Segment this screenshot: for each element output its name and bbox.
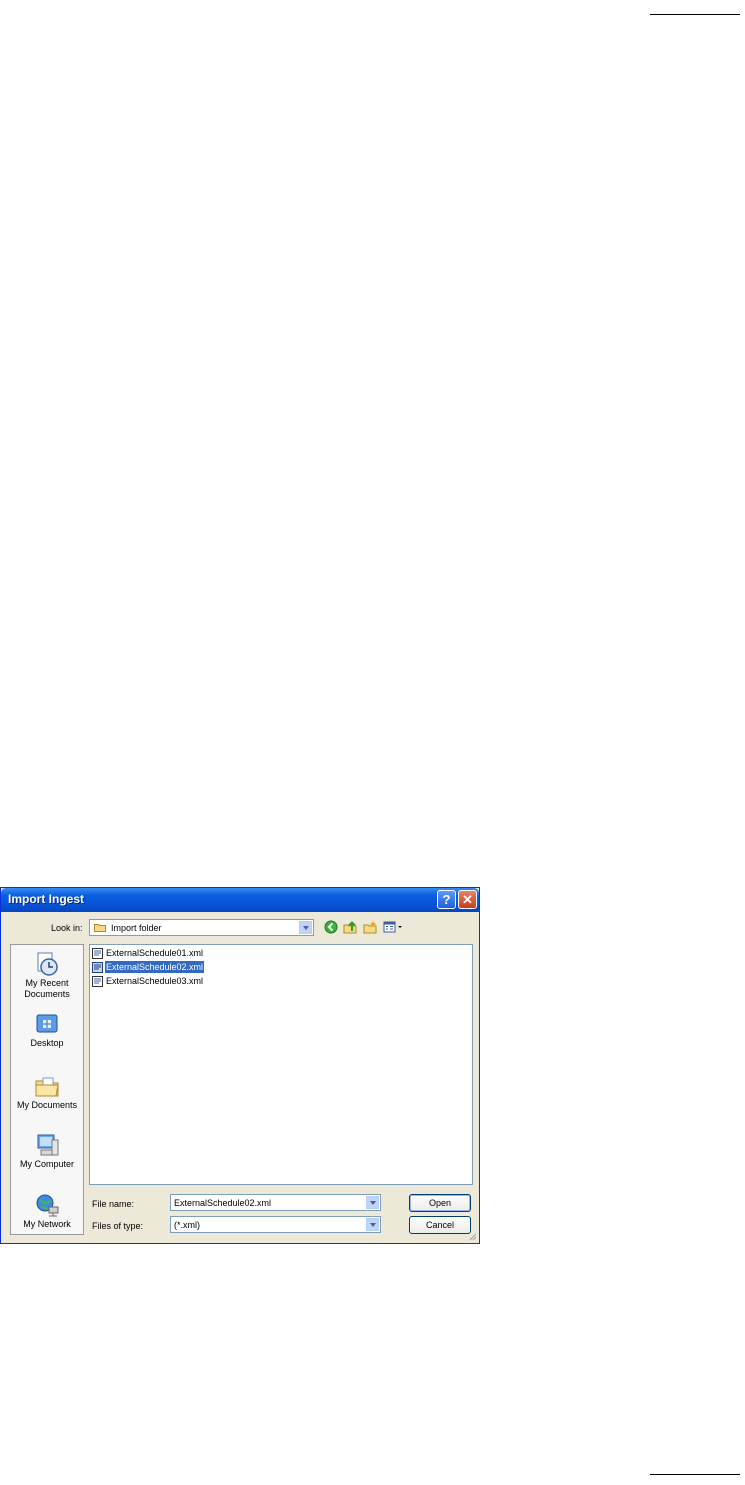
place-label: My Network <box>23 1219 71 1229</box>
recent-documents-icon <box>37 952 58 976</box>
places-bar: My Recent Documents Desktop My Documents <box>10 944 84 1235</box>
look-in-value: Import folder <box>111 923 162 933</box>
my-computer-icon <box>37 1134 59 1156</box>
file-name: ExternalSchedule01.xml <box>106 948 204 958</box>
place-my-network[interactable]: My Network <box>11 1192 83 1230</box>
place-label: My Documents <box>16 1100 78 1110</box>
back-icon[interactable] <box>324 920 338 934</box>
place-label: My Computer <box>19 1159 74 1169</box>
file-name-value: ExternalSchedule02.xml <box>174 1198 272 1208</box>
look-in-label: Look in: <box>51 923 83 933</box>
title-bar[interactable]: Import Ingest ? ✕ <box>1 888 479 912</box>
open-button[interactable]: Open <box>409 1194 471 1212</box>
help-button[interactable]: ? <box>437 890 456 909</box>
place-my-computer[interactable]: My Computer <box>11 1132 83 1170</box>
file-type-label: Files of type: <box>92 1221 144 1231</box>
resize-grip-icon[interactable] <box>467 1231 477 1241</box>
place-label: My Recent Documents <box>24 978 70 999</box>
close-button[interactable]: ✕ <box>458 890 477 909</box>
file-list[interactable]: ExternalSchedule01.xml ExternalSchedule0… <box>89 944 473 1185</box>
chevron-down-icon[interactable] <box>366 1196 379 1209</box>
my-network-icon <box>36 1194 59 1217</box>
up-folder-icon[interactable] <box>343 920 357 934</box>
place-my-documents[interactable]: My Documents <box>11 1073 83 1111</box>
desktop-icon <box>36 1014 58 1033</box>
xml-file-icon <box>92 948 103 959</box>
footer-rule <box>650 1474 740 1475</box>
file-name: ExternalSchedule02.xml <box>105 961 205 973</box>
place-desktop[interactable]: Desktop <box>11 1011 83 1049</box>
folder-icon <box>94 924 106 932</box>
xml-file-icon <box>92 962 103 973</box>
file-name: ExternalSchedule03.xml <box>106 976 204 986</box>
xml-file-icon <box>92 976 103 987</box>
file-name-field[interactable]: ExternalSchedule02.xml <box>170 1194 381 1211</box>
place-label: Desktop <box>30 1038 64 1048</box>
my-documents-icon <box>35 1077 59 1097</box>
chevron-down-icon[interactable] <box>299 921 312 934</box>
look-in-combo[interactable]: Import folder <box>89 919 314 936</box>
new-folder-icon[interactable] <box>363 920 377 934</box>
file-type-value: (*.xml) <box>174 1220 200 1230</box>
import-ingest-dialog: Import Ingest ? ✕ Look in: Import folder <box>0 887 480 1244</box>
dialog-title: Import Ingest <box>8 892 85 906</box>
chevron-down-icon[interactable] <box>366 1218 379 1231</box>
cancel-button[interactable]: Cancel <box>409 1216 471 1234</box>
header-rule <box>650 14 740 15</box>
views-menu-icon[interactable] <box>383 920 403 934</box>
file-type-select[interactable]: (*.xml) <box>170 1216 381 1233</box>
file-name-label: File name: <box>92 1199 135 1209</box>
place-recent-documents[interactable]: My Recent Documents <box>11 951 83 1000</box>
